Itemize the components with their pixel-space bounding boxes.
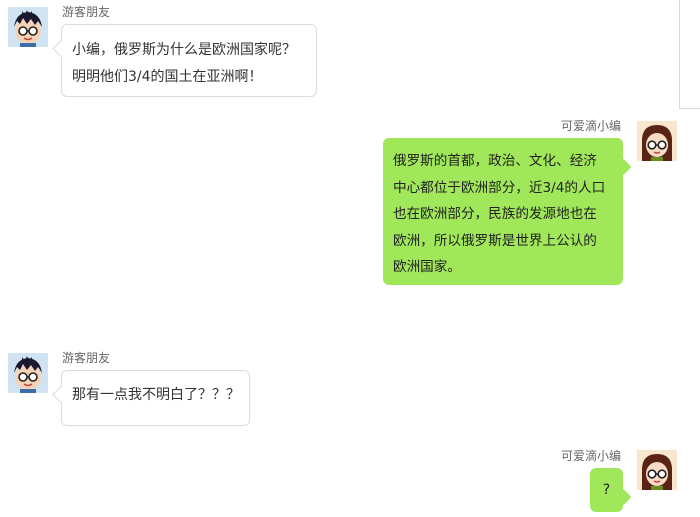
avatar-visitor-icon[interactable] [8,353,48,393]
message-line: ? [602,482,611,498]
avatar-visitor-icon[interactable] [8,7,48,47]
message-line: 明明他们3/4的国土在亚洲啊！ [72,69,263,85]
sender-name: 可爱滴小编 [561,119,622,133]
message-line: 俄罗斯的首都，政治、文化、经济 [393,153,597,169]
message-bubble[interactable]: 俄罗斯的首都，政治、文化、经济 中心都位于欧洲部分，近3/4的人口 也在欧洲部分… [383,138,632,285]
message-line: 也在欧洲部分，民族的发源地也在 [393,206,597,222]
sender-name: 可爱滴小编 [561,449,622,463]
message-bubble[interactable]: ? [590,468,632,512]
avatar-editor-icon[interactable] [637,121,677,161]
panel-edge-divider-bottom [679,108,700,109]
message-line: 那有一点我不明白了？？？ [72,387,240,403]
panel-edge-divider [679,0,680,108]
sender-name: 游客朋友 [62,5,111,19]
message-bubble[interactable]: 那有一点我不明白了？？？ [52,370,250,426]
avatar-editor-icon[interactable] [637,450,677,490]
message-bubble[interactable]: 小编，俄罗斯为什么是欧洲国家呢？ 明明他们3/4的国土在亚洲啊！ [52,24,317,97]
chat-window: 游客朋友 小编，俄罗斯为什么是欧洲国家呢？ 明明他们3/4的国土在亚洲啊！ 可爱… [0,0,700,517]
message-line: 欧洲，所以俄罗斯是世界上公认的 [393,232,597,249]
sender-name: 游客朋友 [62,351,111,365]
message-line: 小编，俄罗斯为什么是欧洲国家呢？ [72,42,296,58]
message-line: 中心都位于欧洲部分，近3/4的人口 [393,179,606,196]
message-line: 欧洲国家。 [393,259,461,275]
